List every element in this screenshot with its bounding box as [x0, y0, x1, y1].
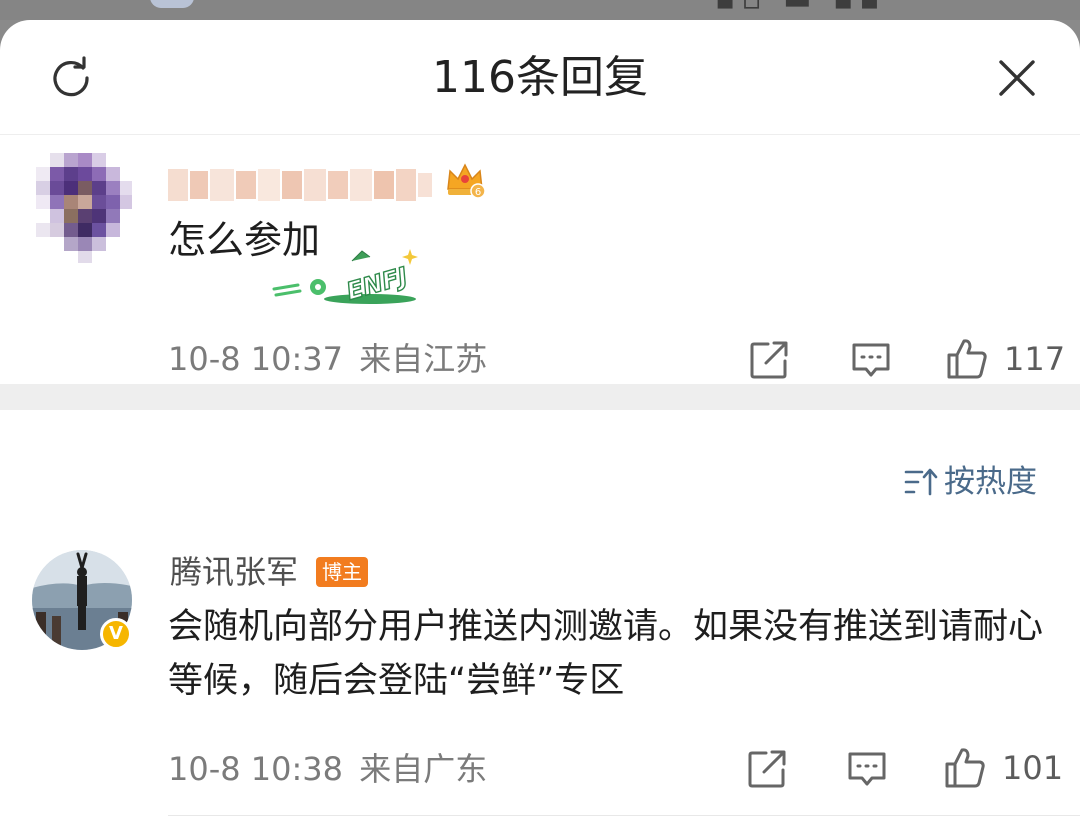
- status-icon: [150, 0, 194, 8]
- like-icon[interactable]: [944, 746, 986, 788]
- share-icon[interactable]: [748, 339, 790, 381]
- sheet-header: 116条回复: [0, 20, 1080, 135]
- crown-level-number: 6: [475, 187, 481, 198]
- main-comment: 6 ENFJ 怎么参加 10-8 10:37 来自江苏 117: [0, 135, 1080, 383]
- status-bar: ▪▫ ▬ ▪▪: [0, 0, 1080, 20]
- reply-author[interactable]: 腾讯张军: [170, 550, 298, 594]
- sort-icon: [904, 466, 938, 498]
- comment-meta: 10-8 10:37 来自江苏: [168, 339, 487, 379]
- status-indicators: ▪▫ ▬ ▪▪: [715, 0, 886, 17]
- comment-time: 10-8 10:37: [168, 340, 344, 378]
- section-divider: [0, 384, 1080, 410]
- replies-sheet: 116条回复 6 ENFJ 怎么参加 10-8 10:37 来自江苏 117 按…: [0, 20, 1080, 820]
- close-icon[interactable]: [992, 53, 1042, 103]
- comment-icon[interactable]: [846, 748, 888, 790]
- like-icon[interactable]: [946, 337, 988, 379]
- avatar[interactable]: [36, 153, 132, 263]
- sort-label: 按热度: [944, 464, 1037, 500]
- reply-item: V 腾讯张军 博主 会随机向部分用户推送内测邀请。如果没有推送到请耐心等候，随后…: [0, 540, 1080, 820]
- comment-text: 怎么参加: [168, 218, 321, 262]
- reply-time: 10-8 10:38: [168, 750, 344, 788]
- reply-text: 会随机向部分用户推送内测邀请。如果没有推送到请耐心等候，随后会登陆“尝鲜”专区: [168, 607, 1044, 701]
- verified-badge-icon: V: [100, 618, 132, 650]
- comment-icon[interactable]: [850, 339, 892, 381]
- host-badge: 博主: [316, 557, 368, 587]
- share-icon[interactable]: [746, 748, 788, 790]
- reply-location: 来自广东: [359, 750, 488, 788]
- crown-level-icon: 6: [444, 159, 486, 201]
- comment-location: 来自江苏: [359, 340, 488, 378]
- row-divider: [168, 815, 1080, 816]
- page-title: 116条回复: [432, 52, 648, 103]
- like-count: 101: [1002, 749, 1064, 787]
- reply-meta: 10-8 10:38 来自广东: [168, 749, 487, 789]
- like-count: 117: [1004, 340, 1066, 378]
